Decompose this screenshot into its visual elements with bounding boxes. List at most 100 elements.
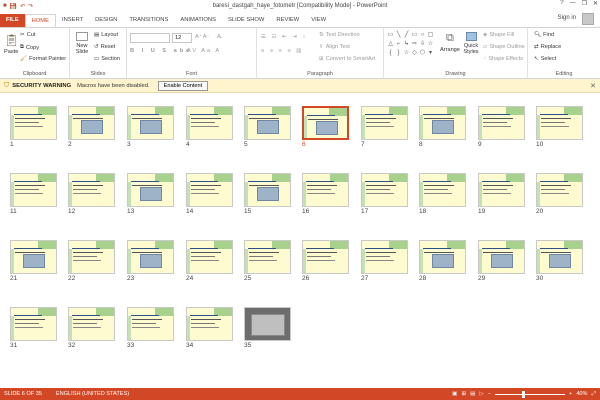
zoom-slider-thumb[interactable] (521, 390, 525, 398)
shape-item[interactable]: ⇩ (419, 40, 426, 48)
list-buttons[interactable]: ☰ ☷ ⇤ ⇥ ↕ (261, 34, 307, 40)
slide-thumbnail[interactable]: 23 (127, 240, 174, 283)
slide-thumbnail[interactable]: 7 (361, 106, 408, 149)
tab-design[interactable]: DESIGN (89, 14, 123, 27)
shape-item[interactable]: ☆ (427, 40, 434, 48)
section-button[interactable]: ▭ Section (94, 56, 120, 62)
restore-icon[interactable]: ❐ (582, 0, 587, 7)
slide-thumbnail[interactable]: 17 (361, 173, 408, 216)
new-slide-button[interactable]: New Slide (74, 32, 90, 55)
font-effects-buttons[interactable]: AV Aa A (187, 48, 221, 54)
shape-item[interactable]: ╲ (395, 31, 402, 39)
fit-slide-icon[interactable]: ⤢ (592, 391, 596, 398)
convert-smartart-button[interactable]: ⊞ Convert to SmartArt (319, 56, 375, 62)
shape-item[interactable]: ○ (419, 31, 426, 39)
slide-thumbnail[interactable]: 25 (244, 240, 291, 283)
view-reading-icon[interactable]: ▤ (470, 391, 475, 397)
save-icon[interactable]: 💾︎ (10, 3, 18, 10)
slide-thumbnail[interactable]: 2 (68, 106, 115, 149)
slide-thumbnail[interactable]: 4 (186, 106, 233, 149)
minimize-icon[interactable]: — (570, 0, 576, 7)
slide-thumbnail[interactable]: 26 (302, 240, 349, 283)
slide-thumbnail[interactable]: 18 (419, 173, 466, 216)
format-painter-button[interactable]: 🖌︎ Format Painter (20, 56, 66, 62)
slide-thumbnail[interactable]: 29 (478, 240, 525, 283)
align-buttons[interactable]: ≡ ≡ ≡ ≡ ▥ (261, 48, 304, 54)
grow-font-icon[interactable]: A⁺ A⁻ (195, 34, 210, 40)
slide-thumbnail[interactable]: 16 (302, 173, 349, 216)
tab-slide-show[interactable]: SLIDE SHOW (222, 14, 270, 27)
slide-thumbnail[interactable]: 10 (536, 106, 583, 149)
help-icon[interactable]: ? (560, 0, 563, 7)
shape-item[interactable]: { (387, 49, 394, 57)
shape-fill-button[interactable]: ◈ Shape Fill (483, 32, 514, 38)
zoom-level[interactable]: 40% (576, 391, 587, 397)
slide-thumbnail[interactable]: 15 (244, 173, 291, 216)
close-icon[interactable]: ✕ (593, 0, 598, 7)
shape-item[interactable]: ↳ (403, 40, 410, 48)
shape-item[interactable]: ☆ (403, 49, 410, 57)
zoom-out-icon[interactable]: − (488, 391, 491, 397)
slide-thumbnail[interactable]: 5 (244, 106, 291, 149)
zoom-slider[interactable] (495, 390, 566, 398)
slide-thumbnail[interactable]: 22 (68, 240, 115, 283)
view-slideshow-icon[interactable]: ▷ (479, 391, 483, 397)
shape-item[interactable]: ▭ (387, 31, 394, 39)
language-indicator[interactable]: ENGLISH (UNITED STATES) (56, 391, 129, 397)
text-direction-button[interactable]: ⇅ Text Direction (319, 32, 360, 38)
slide-thumbnail[interactable]: 6 (302, 106, 349, 149)
shape-effects-button[interactable]: ◌ Shape Effects (483, 56, 523, 62)
view-normal-icon[interactable]: ▣ (452, 391, 457, 397)
shape-item[interactable]: ⌐ (395, 40, 402, 48)
slide-thumbnail[interactable]: 27 (361, 240, 408, 283)
undo-icon[interactable]: ↶ (20, 3, 25, 10)
slide-thumbnail[interactable]: 35 (244, 307, 291, 350)
close-icon[interactable]: ✕ (590, 82, 596, 90)
tab-transitions[interactable]: TRANSITIONS (123, 14, 174, 27)
sign-in-link[interactable]: Sign in (558, 15, 576, 21)
slide-thumbnail[interactable]: 33 (127, 307, 174, 350)
slide-thumbnail[interactable]: 30 (536, 240, 583, 283)
tab-file[interactable]: FILE (0, 14, 25, 27)
slide-thumbnail[interactable]: 20 (536, 173, 583, 216)
tab-view[interactable]: VIEW (305, 14, 332, 27)
replace-button[interactable]: ⇄ Replace (534, 44, 561, 50)
redo-icon[interactable]: ↷ (28, 3, 33, 10)
shape-item[interactable]: ⇨ (411, 40, 418, 48)
zoom-in-icon[interactable]: + (569, 391, 572, 397)
shape-item[interactable]: ⬠ (419, 49, 426, 57)
shape-outline-button[interactable]: ▱ Shape Outline (483, 44, 525, 50)
slide-thumbnail[interactable]: 8 (419, 106, 466, 149)
slide-thumbnail[interactable]: 13 (127, 173, 174, 216)
find-button[interactable]: 🔍︎ Find (534, 32, 554, 38)
font-size-field[interactable]: 12 (172, 33, 192, 43)
select-button[interactable]: ↖ Select (534, 56, 556, 62)
slide-thumbnail[interactable]: 28 (419, 240, 466, 283)
slide-thumbnail[interactable]: 34 (186, 307, 233, 350)
layout-button[interactable]: ▤ Layout (94, 32, 118, 38)
slide-indicator[interactable]: SLIDE 6 OF 35 (4, 391, 42, 397)
copy-button[interactable]: ⧉ Copy (20, 44, 39, 51)
shape-item[interactable]: ▢ (427, 31, 434, 39)
avatar[interactable] (582, 13, 594, 25)
slide-thumbnail[interactable]: 14 (186, 173, 233, 216)
arrange-button[interactable]: ⧉ Arrange (440, 32, 460, 53)
shape-item[interactable]: ▾ (427, 49, 434, 57)
slide-thumbnail[interactable]: 3 (127, 106, 174, 149)
shape-item[interactable]: ▭ (411, 31, 418, 39)
slide-thumbnail[interactable]: 9 (478, 106, 525, 149)
tab-animations[interactable]: ANIMATIONS (174, 14, 222, 27)
shapes-gallery[interactable]: ▭ ╲ ╱ ▭ ○ ▢ △ ⌐ ↳ ⇨ ⇩ ☆ {} ☆ ◇ ⬠ ▾ (387, 31, 437, 61)
slide-thumbnail[interactable]: 12 (68, 173, 115, 216)
shape-item[interactable]: △ (387, 40, 394, 48)
clear-format-icon[interactable]: A̶ (217, 34, 221, 40)
slide-thumbnail[interactable]: 24 (186, 240, 233, 283)
tab-insert[interactable]: INSERT (56, 14, 89, 27)
reset-button[interactable]: ↺ Reset (94, 44, 115, 50)
slide-thumbnail[interactable]: 11 (10, 173, 57, 216)
slide-thumbnail[interactable]: 21 (10, 240, 57, 283)
shape-item[interactable]: ◇ (411, 49, 418, 57)
slide-thumbnail[interactable]: 31 (10, 307, 57, 350)
tab-home[interactable]: HOME (24, 14, 56, 27)
slide-thumbnail[interactable]: 1 (10, 106, 57, 149)
